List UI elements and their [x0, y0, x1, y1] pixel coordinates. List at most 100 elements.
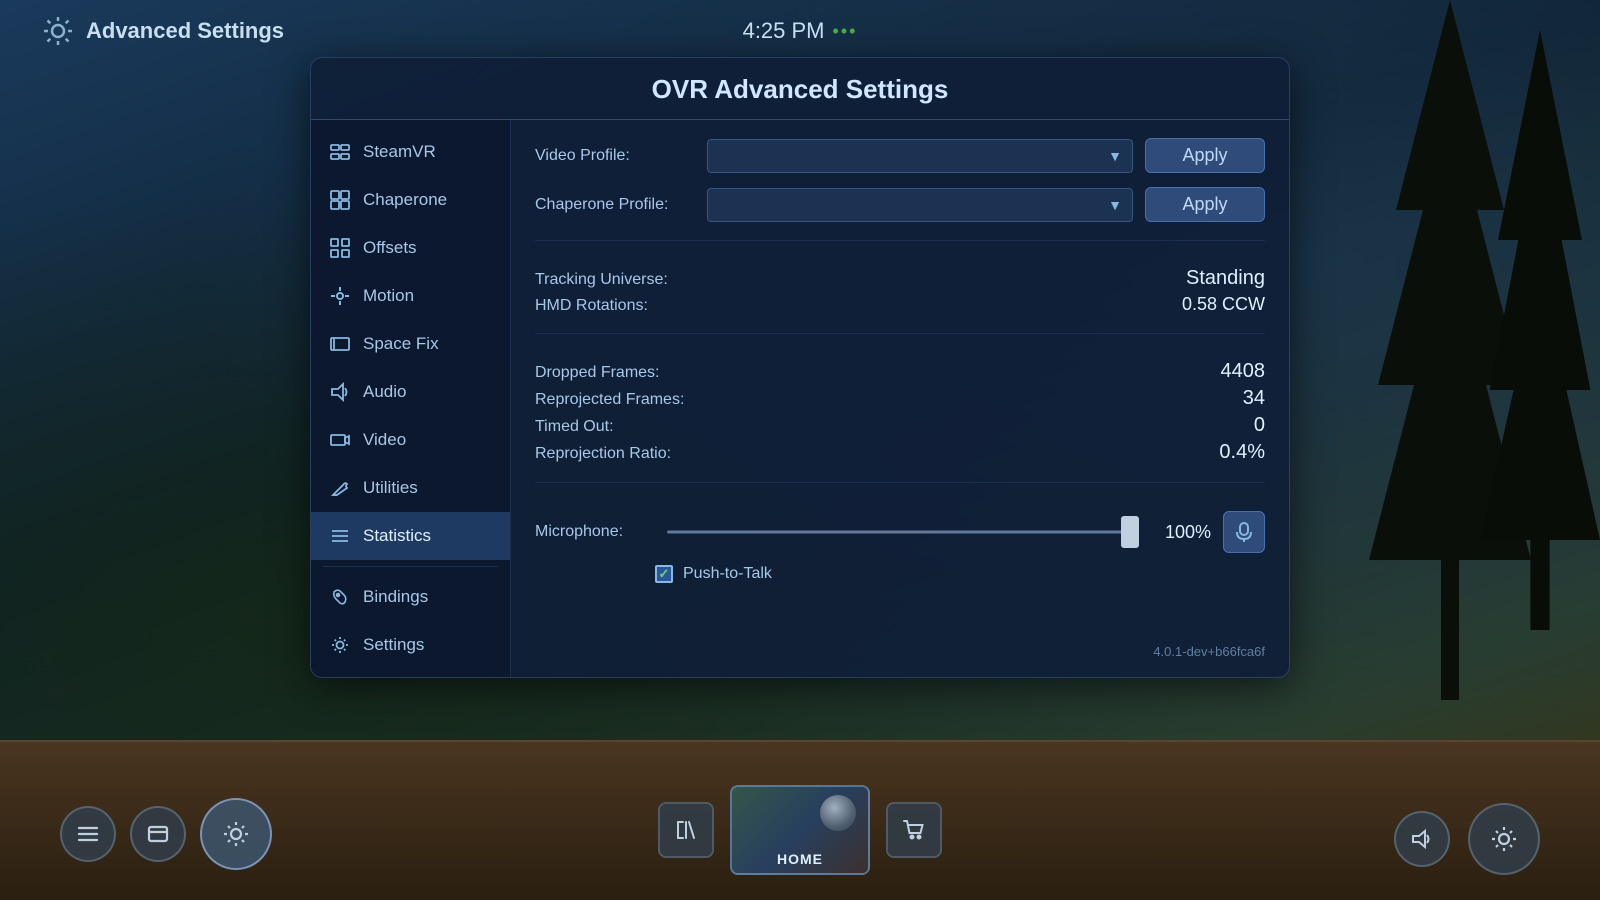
microphone-slider[interactable]	[667, 529, 1139, 535]
menu-button[interactable]	[60, 806, 116, 862]
sidebar-label-audio: Audio	[363, 382, 406, 402]
taskbar-right-buttons	[1394, 803, 1540, 875]
sidebar-item-steamvr[interactable]: SteamVR	[311, 128, 510, 176]
microphone-section: Microphone: 100%	[535, 511, 1265, 583]
tracking-info-section: Tracking Universe: Standing HMD Rotation…	[535, 267, 1265, 315]
microphone-toggle-button[interactable]	[1223, 511, 1265, 553]
bindings-icon	[327, 584, 353, 610]
card-button[interactable]	[130, 806, 186, 862]
settings-button[interactable]	[1468, 803, 1540, 875]
chaperone-profile-arrow: ▼	[1108, 197, 1122, 213]
app-gear-icon	[40, 13, 76, 49]
section-divider-3	[535, 482, 1265, 483]
tracking-universe-value: Standing	[1186, 267, 1265, 290]
sidebar-label-chaperone: Chaperone	[363, 190, 447, 210]
push-to-talk-row: ✓ Push-to-Talk	[535, 565, 1265, 583]
sidebar-item-audio[interactable]: Audio	[311, 368, 510, 416]
video-profile-label: Video Profile:	[535, 147, 695, 165]
sidebar-item-settings[interactable]: Settings	[311, 621, 510, 669]
gear-button[interactable]	[200, 798, 272, 870]
top-bar-left: Advanced Settings	[40, 13, 284, 49]
video-profile-arrow: ▼	[1108, 148, 1122, 164]
section-divider-2	[535, 333, 1265, 334]
sidebar-label-video: Video	[363, 430, 406, 450]
sidebar: SteamVR Chaperone	[311, 120, 511, 677]
sidebar-item-offsets[interactable]: Offsets	[311, 224, 510, 272]
reprojection-ratio-value: 0.4%	[1219, 441, 1265, 464]
section-divider-1	[535, 240, 1265, 241]
chaperone-icon	[327, 187, 353, 213]
audio-icon	[327, 379, 353, 405]
time-display: 4:25 PM	[743, 18, 825, 44]
dropped-frames-row: Dropped Frames: 4408	[535, 360, 1265, 383]
taskbar-center-buttons: HOME	[658, 785, 942, 875]
main-panel: OVR Advanced Settings SteamVR	[310, 57, 1290, 678]
cart-button[interactable]	[886, 802, 942, 858]
hmd-rotations-label: HMD Rotations:	[535, 297, 648, 315]
sidebar-item-video[interactable]: Video	[311, 416, 510, 464]
content-area: Video Profile: ▼ Apply Chaperone Profile…	[511, 120, 1289, 677]
microphone-percent: 100%	[1151, 522, 1211, 543]
video-profile-row: Video Profile: ▼ Apply	[535, 138, 1265, 173]
frame-stats-section: Dropped Frames: 4408 Reprojected Frames:…	[535, 360, 1265, 464]
status-dots: •••	[833, 21, 858, 42]
sidebar-item-space-fix[interactable]: Space Fix	[311, 320, 510, 368]
statistics-icon	[327, 523, 353, 549]
library-button[interactable]	[658, 802, 714, 858]
dropped-frames-label: Dropped Frames:	[535, 364, 660, 382]
version-text: 4.0.1-dev+b66fca6f	[535, 628, 1265, 659]
timed-out-row: Timed Out: 0	[535, 414, 1265, 437]
checkbox-check-mark: ✓	[659, 566, 670, 582]
volume-button[interactable]	[1394, 811, 1450, 867]
sidebar-label-steamvr: SteamVR	[363, 142, 436, 162]
steamvr-icon	[327, 139, 353, 165]
reprojected-frames-value: 34	[1243, 387, 1265, 410]
settings-icon	[327, 632, 353, 658]
sidebar-label-motion: Motion	[363, 286, 414, 306]
utilities-icon	[327, 475, 353, 501]
offsets-icon	[327, 235, 353, 261]
tracking-universe-label: Tracking Universe:	[535, 271, 668, 289]
microphone-slider-thumb[interactable]	[1121, 516, 1139, 548]
chaperone-profile-row: Chaperone Profile: ▼ Apply	[535, 187, 1265, 222]
push-to-talk-label: Push-to-Talk	[683, 565, 772, 583]
sidebar-item-chaperone[interactable]: Chaperone	[311, 176, 510, 224]
sidebar-item-statistics[interactable]: Statistics	[311, 512, 510, 560]
sidebar-label-statistics: Statistics	[363, 526, 431, 546]
home-tile-label: HOME	[777, 847, 823, 873]
sidebar-label-bindings: Bindings	[363, 587, 428, 607]
apply-video-button[interactable]: Apply	[1145, 138, 1265, 173]
video-profile-dropdown[interactable]: ▼	[707, 139, 1133, 173]
motion-icon	[327, 283, 353, 309]
app-title: Advanced Settings	[86, 18, 284, 44]
microphone-label: Microphone:	[535, 523, 655, 541]
video-icon	[327, 427, 353, 453]
microphone-row: Microphone: 100%	[535, 511, 1265, 553]
sidebar-divider	[323, 566, 498, 567]
chaperone-profile-dropdown[interactable]: ▼	[707, 188, 1133, 222]
sidebar-label-utilities: Utilities	[363, 478, 418, 498]
home-tile[interactable]: HOME	[730, 785, 870, 875]
reprojected-frames-row: Reprojected Frames: 34	[535, 387, 1265, 410]
timed-out-value: 0	[1254, 414, 1265, 437]
microphone-slider-track	[667, 531, 1139, 534]
panel-title: OVR Advanced Settings	[311, 58, 1289, 120]
apply-chaperone-button[interactable]: Apply	[1145, 187, 1265, 222]
sidebar-label-space-fix: Space Fix	[363, 334, 439, 354]
sidebar-bottom: Bindings Settings	[311, 573, 510, 669]
steam-logo	[820, 795, 856, 831]
sidebar-item-motion[interactable]: Motion	[311, 272, 510, 320]
taskbar-left-buttons	[60, 798, 272, 870]
sidebar-item-utilities[interactable]: Utilities	[311, 464, 510, 512]
sidebar-label-offsets: Offsets	[363, 238, 417, 258]
chaperone-profile-label: Chaperone Profile:	[535, 196, 695, 214]
dropped-frames-value: 4408	[1221, 360, 1266, 383]
timed-out-label: Timed Out:	[535, 418, 614, 436]
sidebar-item-bindings[interactable]: Bindings	[311, 573, 510, 621]
top-bar: Advanced Settings 4:25 PM •••	[0, 10, 1600, 52]
push-to-talk-checkbox[interactable]: ✓	[655, 565, 673, 583]
vr-overlay: Advanced Settings 4:25 PM ••• OVR Advanc…	[0, 0, 1600, 740]
panel-body: SteamVR Chaperone	[311, 120, 1289, 677]
reprojection-ratio-label: Reprojection Ratio:	[535, 445, 671, 463]
hmd-rotations-row: HMD Rotations: 0.58 CCW	[535, 294, 1265, 315]
